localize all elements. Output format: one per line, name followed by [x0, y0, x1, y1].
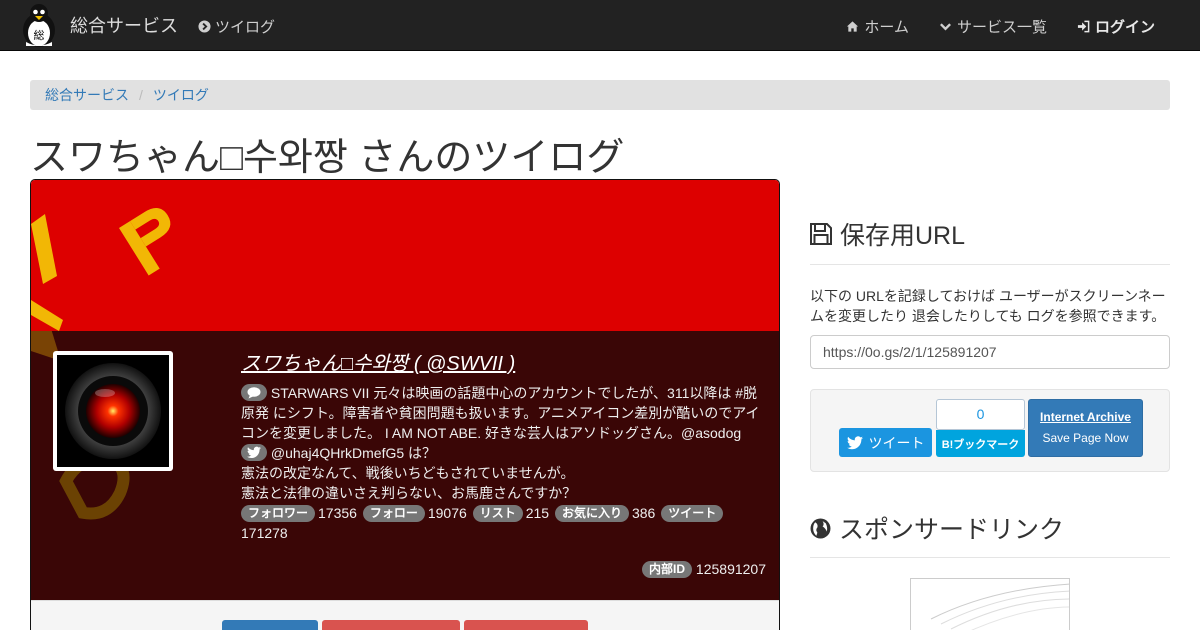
- brand-name: 総合サービス: [70, 16, 178, 36]
- nav-home[interactable]: ホーム: [846, 16, 909, 37]
- profile-banner: [31, 180, 779, 331]
- logo-char: 総: [34, 28, 45, 42]
- save-url-input[interactable]: [810, 335, 1170, 369]
- globe-icon: [810, 518, 831, 538]
- divider: [810, 264, 1170, 265]
- chevron-circle-right-icon: [198, 20, 211, 33]
- internal-id: 内部ID 125891207: [642, 561, 766, 578]
- profile-line-1: 憲法の改定なんて、戦後いちどもされていませんが。: [241, 465, 575, 481]
- footer-button-3[interactable]: [464, 620, 588, 630]
- internet-archive-subtitle: Save Page Now: [1042, 431, 1129, 445]
- navbar: 総 総合サービス ツイログ ホーム サービス一覧 ログイン: [0, 0, 1200, 51]
- twitter-line: @uhaj4QHrkDmefG5 は？: [241, 443, 766, 463]
- internal-id-value: 125891207: [695, 561, 766, 577]
- avatar[interactable]: [57, 355, 169, 467]
- footer-button-1[interactable]: [222, 620, 318, 630]
- twitter-bird-icon: [846, 435, 863, 449]
- share-well: ツイート 0 B!ブックマーク Internet Archive Save Pa…: [810, 389, 1170, 472]
- nav-login[interactable]: ログイン: [1077, 16, 1155, 37]
- favorites-badge: お気に入り: [554, 505, 629, 522]
- home-icon: [847, 21, 859, 32]
- card-footer: [31, 600, 779, 630]
- profile-stats: フォロワー 17356 フォロー 19076 リスト 215 お気に入り 386 ツイー…: [241, 503, 766, 543]
- nav-home-label: ホーム: [864, 19, 909, 36]
- sponsored-title: スポンサードリンク: [839, 516, 1065, 544]
- profile-text: スワちゃん□수와짱 ( @SWVII ) STARWARS VII 元々は映画の…: [241, 351, 766, 543]
- comment-icon: [247, 387, 261, 399]
- tweet-button[interactable]: ツイート: [839, 428, 932, 457]
- profile-body: スワちゃん□수와짱 ( @SWVII ) STARWARS VII 元々は映画の…: [31, 331, 779, 600]
- bio-text: STARWARS VII 元々は映画の話題中心のアカウントでしたが、311以降は…: [241, 385, 760, 441]
- profile-line-2: 憲法と法律の違いさえ判らない、お馬鹿さんですか？: [241, 485, 577, 501]
- nav-twilog-link[interactable]: ツイログ: [198, 16, 275, 37]
- nav-login-label: ログイン: [1094, 19, 1155, 36]
- divider: [810, 557, 1170, 558]
- sponsored-heading: スポンサードリンク: [810, 510, 1064, 546]
- footer-button-2[interactable]: [322, 620, 460, 630]
- breadcrumb-item-home[interactable]: 総合サービス: [45, 85, 129, 105]
- nav-twilog-label: ツイログ: [215, 19, 276, 36]
- followers-badge: フォロワー: [241, 505, 316, 522]
- save-url-title: 保存用URL: [840, 222, 966, 250]
- nav-services-label: サービス一覧: [956, 19, 1047, 36]
- internet-archive-button[interactable]: Internet Archive Save Page Now: [1028, 399, 1143, 457]
- save-url-description: 以下の URLを記録しておけば ユーザーがスクリーンネームを変更したり 退会した…: [810, 288, 1166, 324]
- banner-pattern: [31, 208, 171, 331]
- save-url-heading: 保存用URL: [810, 216, 965, 252]
- followers-count: 17356: [318, 505, 357, 521]
- bio-badge: [241, 384, 267, 401]
- following-count: 19076: [427, 505, 467, 521]
- lists-count: 215: [525, 505, 550, 521]
- following-badge: フォロー: [362, 505, 425, 522]
- internal-id-badge: 内部ID: [642, 561, 693, 578]
- penguin-logo-icon: 総: [23, 4, 55, 47]
- profile-name-link[interactable]: スワちゃん□수와짱 ( @SWVII ): [241, 351, 766, 377]
- ad-image: [930, 583, 1069, 630]
- brand-link[interactable]: 総 総合サービス: [18, 0, 178, 50]
- sponsored-ad[interactable]: [910, 578, 1070, 630]
- profile-bio: STARWARS VII 元々は映画の話題中心のアカウントでしたが、311以降は…: [241, 383, 766, 443]
- nav-services[interactable]: サービス一覧: [939, 16, 1047, 37]
- avatar-frame: [53, 351, 173, 471]
- floppy-disk-icon: [810, 223, 832, 245]
- page-title: スワちゃん□수와짱 さんのツイログ: [30, 137, 625, 179]
- chevron-down-icon: [939, 23, 951, 31]
- tweets-badge: ツイート: [661, 505, 724, 522]
- internet-archive-title: Internet Archive: [1040, 410, 1131, 424]
- tweets-count: 171278: [241, 525, 288, 541]
- hatena-bookmark-button[interactable]: B!ブックマーク: [936, 430, 1025, 457]
- hatena-bookmark-count: 0: [936, 399, 1025, 430]
- breadcrumb: 総合サービス / ツイログ: [30, 80, 1170, 110]
- profile-card: スワちゃん□수와짱 ( @SWVII ) STARWARS VII 元々は映画の…: [30, 179, 780, 630]
- twitter-badge: [241, 444, 267, 461]
- lists-badge: リスト: [472, 505, 523, 522]
- breadcrumb-separator: /: [139, 87, 143, 103]
- favorites-count: 386: [631, 505, 656, 521]
- tweet-button-label: ツイート: [868, 434, 925, 451]
- twitter-text: @uhaj4QHrkDmefG5 は？: [270, 445, 437, 461]
- breadcrumb-item-twilog[interactable]: ツイログ: [153, 85, 209, 105]
- twitter-bird-icon: [247, 446, 261, 458]
- sign-in-icon: [1077, 20, 1090, 33]
